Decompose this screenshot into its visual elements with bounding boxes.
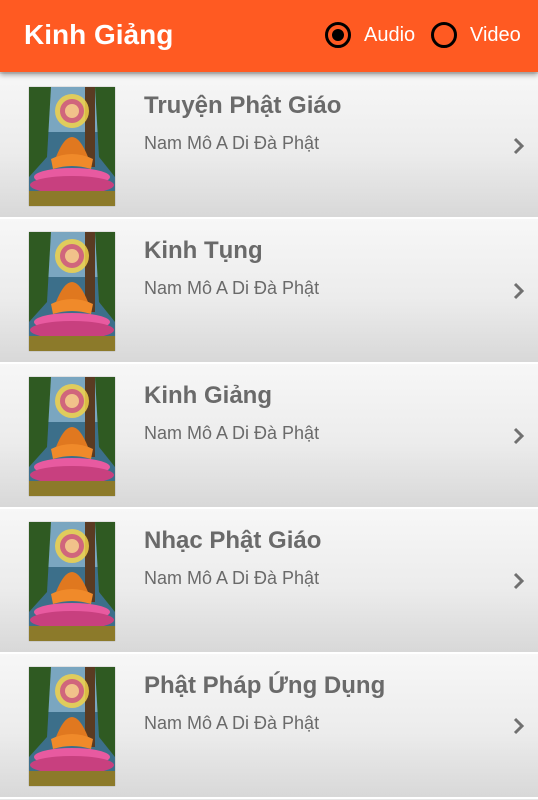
buddha-illustration: [29, 87, 115, 206]
page-title: Kinh Giảng: [24, 19, 174, 50]
audio-radio-option[interactable]: Audio: [325, 19, 415, 51]
list-item-subtitle: Nam Mô A Di Đà Phật: [144, 278, 320, 298]
buddha-illustration: [29, 667, 115, 786]
buddha-illustration: [29, 232, 115, 351]
buddha-thumbnail-image: [29, 232, 115, 351]
chevron-right-icon: [512, 427, 526, 445]
video-radio-option[interactable]: Video: [431, 19, 521, 51]
list-item-kinh-giang[interactable]: Kinh Giảng Nam Mô A Di Đà Phật: [0, 364, 538, 509]
buddha-illustration: [29, 522, 115, 641]
audio-radio-button[interactable]: [325, 22, 351, 48]
chevron-right-icon: [512, 282, 526, 300]
chevron-right-icon: [512, 572, 526, 590]
audio-radio-label[interactable]: Audio: [364, 22, 415, 48]
buddha-illustration: [29, 377, 115, 496]
buddha-thumbnail-image: [29, 87, 115, 206]
list-item-title: Phật Pháp Ứng Dụng: [144, 672, 386, 699]
buddha-thumbnail-image: [29, 377, 115, 496]
list-item-title: Kinh Tụng: [144, 237, 263, 264]
radio-selected-dot: [332, 29, 344, 41]
list-item-subtitle: Nam Mô A Di Đà Phật: [144, 133, 320, 153]
list-item-title: Nhạc Phật Giáo: [144, 527, 322, 554]
app-screen: Kinh Giảng Audio Video Truyện Phật Giáo …: [0, 0, 538, 800]
list-item-truyen-phat-giao[interactable]: Truyện Phật Giáo Nam Mô A Di Đà Phật: [0, 74, 538, 219]
buddha-thumbnail-image: [29, 522, 115, 641]
list-item-subtitle: Nam Mô A Di Đà Phật: [144, 568, 320, 588]
list-item-nhac-phat-giao[interactable]: Nhạc Phật Giáo Nam Mô A Di Đà Phật: [0, 509, 538, 654]
video-radio-label[interactable]: Video: [470, 22, 521, 48]
list-item-kinh-tung[interactable]: Kinh Tụng Nam Mô A Di Đà Phật: [0, 219, 538, 364]
list-item-subtitle: Nam Mô A Di Đà Phật: [144, 423, 320, 443]
list-item-title: Truyện Phật Giáo: [144, 92, 342, 119]
category-list: Truyện Phật Giáo Nam Mô A Di Đà Phật Kin…: [0, 74, 538, 799]
chevron-right-icon: [512, 717, 526, 735]
video-radio-button[interactable]: [431, 22, 457, 48]
list-item-phat-phap-ung-dung[interactable]: Phật Pháp Ứng Dụng Nam Mô A Di Đà Phật: [0, 654, 538, 799]
chevron-right-icon: [512, 137, 526, 155]
list-item-subtitle: Nam Mô A Di Đà Phật: [144, 713, 320, 733]
app-bar: Kinh Giảng Audio Video: [0, 0, 538, 72]
list-item-title: Kinh Giảng: [144, 382, 272, 409]
buddha-thumbnail-image: [29, 667, 115, 786]
